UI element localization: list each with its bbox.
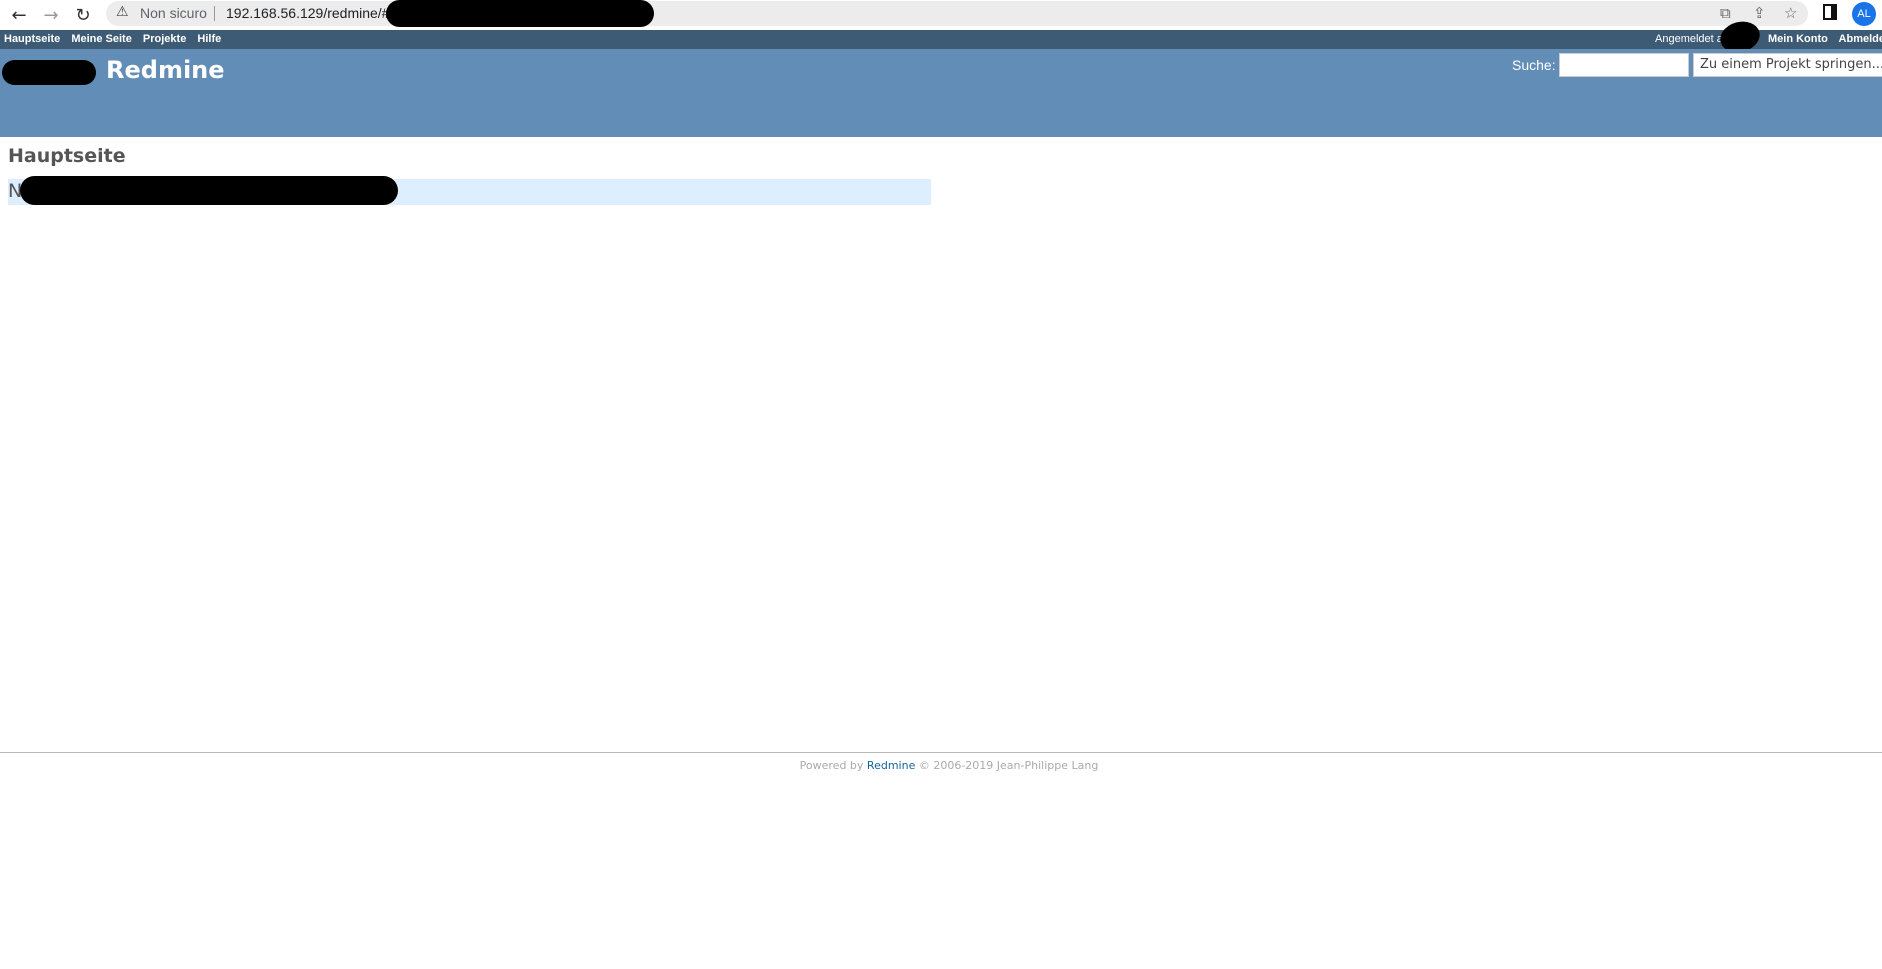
site-header: Redmine Suche: Zu einem Projekt springen… bbox=[0, 49, 1882, 137]
warning-icon[interactable]: ⚠ bbox=[116, 4, 129, 20]
top-menu-projects[interactable]: Projekte bbox=[143, 33, 186, 45]
side-panel-icon[interactable] bbox=[1823, 4, 1837, 20]
footer: Powered by Redmine © 2006-2019 Jean-Phil… bbox=[0, 759, 1882, 772]
logout-link[interactable]: Abmelden bbox=[1839, 33, 1882, 45]
address-bar[interactable]: ⚠ Non sicuro 192.168.56.129/redmine/# ⧉ … bbox=[106, 0, 1808, 27]
account-menu: Mein Konto Abmelden bbox=[1768, 33, 1882, 45]
welcome-news-box: Ng bbox=[8, 176, 931, 205]
insecure-label[interactable]: Non sicuro bbox=[140, 5, 207, 21]
redaction-mark bbox=[386, 0, 654, 27]
top-menu-my-page[interactable]: Meine Seite bbox=[71, 33, 132, 45]
footer-powered-by: Powered by bbox=[799, 759, 864, 772]
redaction-mark bbox=[20, 176, 398, 205]
browser-toolbar: ← → ↻ ⚠ Non sicuro 192.168.56.129/redmin… bbox=[0, 0, 1882, 30]
url-text[interactable]: 192.168.56.129/redmine/# bbox=[226, 5, 389, 21]
site-title[interactable]: Redmine bbox=[106, 56, 225, 84]
redaction-mark bbox=[2, 60, 96, 85]
footer-redmine-link[interactable]: Redmine bbox=[867, 759, 915, 772]
project-jump-select[interactable]: Zu einem Projekt springen... ⌄ bbox=[1693, 53, 1882, 77]
top-menu-links: Hauptseite Meine Seite Projekte Hilfe bbox=[4, 33, 229, 45]
share-icon[interactable]: ⇪ bbox=[1753, 4, 1766, 22]
footer-copyright: © 2006-2019 Jean-Philippe Lang bbox=[918, 759, 1099, 772]
translate-icon[interactable]: ⧉ bbox=[1720, 4, 1731, 22]
back-arrow-icon[interactable]: ← bbox=[6, 2, 32, 28]
top-menu-help[interactable]: Hilfe bbox=[197, 33, 221, 45]
address-separator bbox=[214, 6, 215, 21]
search-input[interactable] bbox=[1559, 53, 1689, 77]
search-label: Suche: bbox=[1512, 57, 1556, 73]
top-menu-home[interactable]: Hauptseite bbox=[4, 33, 60, 45]
page-title: Hauptseite bbox=[8, 145, 126, 167]
top-menu: Hauptseite Meine Seite Projekte Hilfe An… bbox=[0, 30, 1882, 49]
star-icon[interactable]: ☆ bbox=[1784, 4, 1797, 22]
profile-avatar[interactable]: AL bbox=[1852, 2, 1876, 26]
my-account-link[interactable]: Mein Konto bbox=[1768, 33, 1828, 45]
footer-divider bbox=[0, 752, 1882, 753]
reload-icon[interactable]: ↻ bbox=[70, 2, 96, 28]
forward-arrow-icon[interactable]: → bbox=[38, 2, 64, 28]
